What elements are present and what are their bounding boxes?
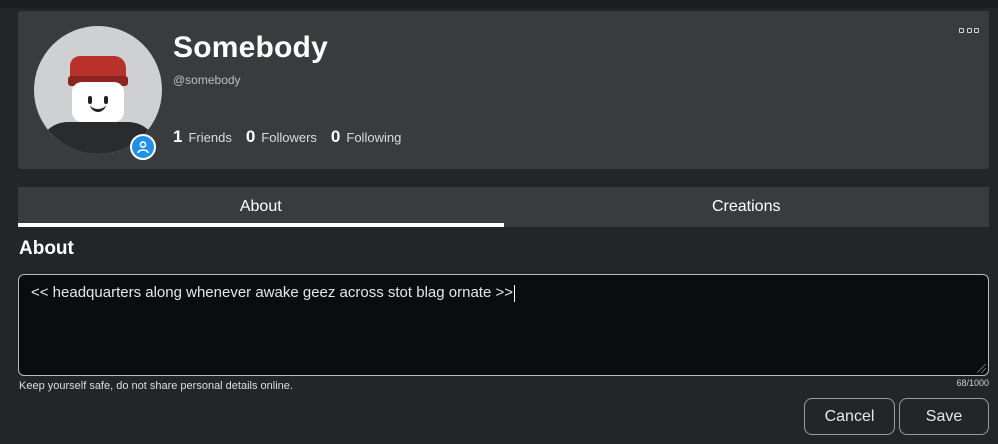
dot	[966, 27, 972, 33]
avatar-mouth	[90, 104, 106, 112]
avatar-head	[72, 82, 124, 122]
about-text: << headquarters along whenever awake gee…	[31, 284, 513, 301]
resize-handle[interactable]	[977, 364, 986, 373]
avatar-container[interactable]	[34, 26, 162, 160]
section-title: About	[19, 238, 74, 259]
cancel-button[interactable]: Cancel	[804, 398, 895, 435]
username: @somebody	[173, 73, 241, 87]
ellipsis-icon[interactable]	[959, 25, 979, 35]
avatar-right-eye	[104, 96, 108, 104]
about-textarea[interactable]: << headquarters along whenever awake gee…	[18, 274, 989, 376]
text-caret	[514, 284, 515, 302]
person-icon	[130, 134, 156, 160]
stat-count: 0	[245, 127, 256, 146]
avatar-left-eye	[88, 96, 92, 104]
profile-header: Somebody @somebody 1 Friends 0 Followers…	[18, 11, 989, 169]
safety-note: Keep yourself safe, do not share persona…	[19, 380, 293, 392]
profile-tabs: About Creations	[18, 187, 989, 227]
stat-label: Friends	[188, 130, 232, 145]
save-button[interactable]: Save	[899, 398, 989, 435]
stat-label: Followers	[261, 130, 317, 145]
stat-label: Following	[346, 130, 402, 145]
stat-count: 0	[330, 127, 341, 146]
stat-followers[interactable]: 0 Followers	[246, 127, 317, 147]
stat-friends[interactable]: 1 Friends	[173, 127, 232, 147]
profile-stats: 1 Friends 0 Followers 0 Following	[173, 127, 415, 147]
display-name: Somebody	[173, 31, 328, 64]
dot	[959, 27, 964, 33]
top-bar	[0, 0, 998, 8]
stat-following[interactable]: 0 Following	[331, 127, 401, 147]
tab-about[interactable]: About	[18, 187, 504, 227]
char-count: 68/1000	[956, 378, 989, 388]
tab-creations[interactable]: Creations	[504, 187, 990, 227]
dot	[974, 27, 979, 33]
stat-count: 1	[173, 127, 183, 146]
